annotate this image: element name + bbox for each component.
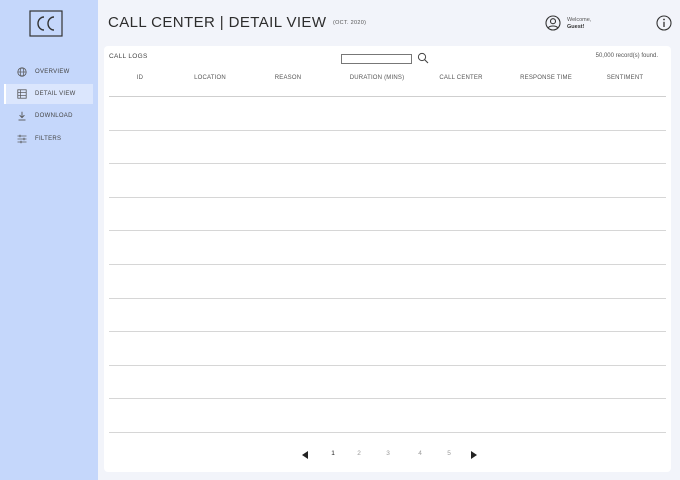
sidebar-item-detail-view[interactable]: DETAIL VIEW: [4, 84, 93, 104]
search-icon[interactable]: [417, 52, 429, 64]
table-header: ID LOCATION REASON DURATION (MINS) CALL …: [109, 73, 666, 97]
page-subtitle: (OCT. 2020): [332, 20, 367, 26]
record-count: 50,000 record(s) found.: [595, 53, 658, 59]
column-header-call-center[interactable]: CALL CENTER: [439, 75, 482, 81]
next-page-icon[interactable]: [470, 450, 478, 460]
table-icon: [15, 87, 29, 101]
table-row[interactable]: [109, 97, 666, 131]
sidebar-item-label: FILTERS: [35, 136, 62, 142]
call-logs-title: CALL LOGS: [109, 53, 148, 60]
column-header-response-time[interactable]: RESPONSE TIME: [520, 75, 572, 81]
pagination: 1 2 3 4 5: [104, 448, 671, 462]
table-row[interactable]: [109, 231, 666, 265]
column-header-reason[interactable]: REASON: [275, 75, 302, 81]
page-title: CALL CENTER | DETAIL VIEW (OCT. 2020): [108, 14, 366, 31]
table-row[interactable]: [109, 399, 666, 433]
page-1-button[interactable]: 1: [331, 450, 335, 457]
table-row[interactable]: [109, 366, 666, 400]
page-4-button[interactable]: 4: [418, 450, 422, 457]
sidebar-item-overview[interactable]: OVERVIEW: [5, 62, 93, 82]
info-icon[interactable]: [656, 15, 672, 31]
welcome-text: Welcome, Guest!: [567, 17, 591, 31]
column-header-duration[interactable]: DURATION (MINS): [350, 75, 405, 81]
globe-icon: [15, 65, 29, 79]
page-5-button[interactable]: 5: [447, 450, 451, 457]
sidebar-item-label: DETAIL VIEW: [35, 91, 76, 97]
sidebar-item-label: OVERVIEW: [35, 69, 70, 75]
cc-logo: [29, 10, 63, 37]
user-avatar-icon[interactable]: [545, 15, 561, 31]
column-header-id[interactable]: ID: [137, 75, 143, 81]
sidebar-item-download[interactable]: DOWNLOAD: [5, 106, 93, 126]
user-name: Guest!: [567, 24, 585, 30]
table-row[interactable]: [109, 299, 666, 333]
page-3-button[interactable]: 3: [386, 450, 390, 457]
table-row[interactable]: [109, 198, 666, 232]
table-row[interactable]: [109, 265, 666, 299]
search-input[interactable]: [341, 54, 412, 64]
download-icon: [15, 109, 29, 123]
sidebar: OVERVIEW DETAIL VIEW DOWNLOAD FILTERS: [0, 0, 98, 480]
column-header-location[interactable]: LOCATION: [194, 75, 226, 81]
call-logs-card: CALL LOGS 50,000 record(s) found. ID LOC…: [104, 46, 671, 472]
table-row[interactable]: [109, 164, 666, 198]
table-row[interactable]: [109, 332, 666, 366]
sidebar-item-filters[interactable]: FILTERS: [5, 129, 93, 149]
welcome-label: Welcome,: [567, 17, 592, 23]
column-header-sentiment[interactable]: SENTIMENT: [607, 75, 643, 81]
table-body: [109, 97, 666, 433]
page-title-text: CALL CENTER | DETAIL VIEW: [108, 14, 327, 31]
page-2-button[interactable]: 2: [357, 450, 361, 457]
table-row[interactable]: [109, 131, 666, 165]
sliders-icon: [15, 132, 29, 146]
previous-page-icon[interactable]: [301, 450, 309, 460]
sidebar-item-label: DOWNLOAD: [35, 113, 73, 119]
